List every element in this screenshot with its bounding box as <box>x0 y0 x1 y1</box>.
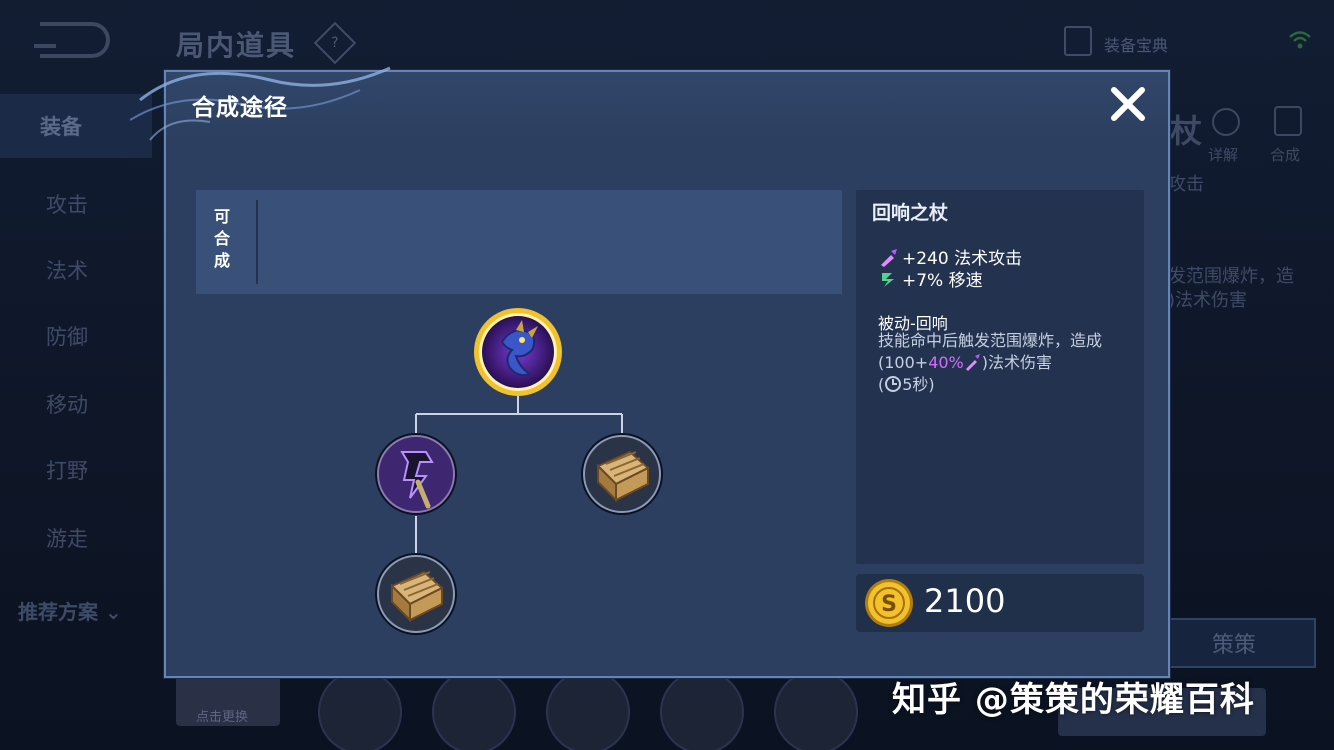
tree-item-book[interactable] <box>580 432 664 516</box>
background-desc-fragment-2: )法术伤害 <box>1168 290 1248 311</box>
back-arrow-icon[interactable] <box>34 22 110 58</box>
synthesis-path-modal: 合成途径 可合成 回响之杖 +240 法术攻击 +7% 移速 被动-回响 技能命… <box>130 66 1170 680</box>
change-hero-label[interactable]: 点击更换 <box>196 706 248 725</box>
background-desc-fragment-1: 发范围爆炸，造 <box>1168 266 1294 287</box>
sidebar-item-attack[interactable]: 攻击 <box>0 172 152 236</box>
sidebar-item-jungle[interactable]: 打野 <box>0 438 152 502</box>
passive-description: 技能命中后触发范围爆炸，造成(100+40%)法术伤害 (5秒) <box>878 330 1128 396</box>
sidebar-item-roam[interactable]: 游走 <box>0 506 152 570</box>
background-topbar: 局内道具 ? 装备宝典 <box>0 0 1334 80</box>
magic-attack-icon <box>881 248 897 267</box>
book-icon <box>375 553 457 635</box>
equipment-slot[interactable] <box>432 670 516 750</box>
close-button[interactable] <box>1104 80 1152 128</box>
stat-move-speed: +7% 移速 <box>878 266 983 291</box>
price-box: S 2100 <box>856 574 1144 632</box>
sidebar-item-equipment[interactable]: 装备 <box>0 94 152 158</box>
tree-item-purple-staff[interactable] <box>374 432 458 516</box>
item-name: 回响之杖 <box>872 202 949 224</box>
background-sidebar: 装备 攻击 法术 防御 移动 打野 游走 <box>0 86 152 666</box>
cooldown-icon <box>885 376 902 392</box>
echo-staff-icon <box>474 308 562 396</box>
item-price: 2100 <box>924 582 1006 620</box>
detail-label[interactable]: 详解 <box>1208 144 1238 165</box>
equipment-book-label[interactable]: 装备宝典 <box>1104 32 1168 56</box>
build-name-button[interactable]: 策策 <box>1152 618 1316 668</box>
combine-label[interactable]: 合成 <box>1270 144 1300 165</box>
sidebar-item-defense[interactable]: 防御 <box>0 304 152 368</box>
move-speed-icon <box>882 272 894 287</box>
background-item-name-fragment: 杖 <box>1170 112 1203 150</box>
equipment-book-icon[interactable] <box>1064 26 1092 56</box>
stat-move-speed-text: +7% 移速 <box>902 271 983 291</box>
play-detail-icon[interactable] <box>1212 108 1240 136</box>
cooldown-value: 5秒) <box>902 375 935 394</box>
tree-root-item-echo-staff[interactable] <box>472 306 564 398</box>
gold-coin-icon: S <box>865 579 913 627</box>
combine-icon[interactable] <box>1274 106 1302 136</box>
book-icon <box>581 433 663 515</box>
synthesis-tree <box>166 72 866 680</box>
background-screen-title: 局内道具 <box>176 29 297 62</box>
item-info-panel: 回响之杖 +240 法术攻击 +7% 移速 被动-回响 技能命中后触发范围爆炸，… <box>856 190 1144 564</box>
wifi-icon <box>1288 28 1312 52</box>
magic-attack-icon <box>965 354 980 371</box>
passive-desc-highlight: 40% <box>928 353 964 372</box>
equipment-slot[interactable] <box>318 670 402 750</box>
equipment-slot[interactable] <box>660 670 744 750</box>
passive-desc-part-2: )法术伤害 <box>981 353 1052 372</box>
watermark: 知乎 @策策的荣耀百科 <box>892 680 1255 720</box>
help-icon[interactable]: ? <box>313 21 357 65</box>
background-stat-fragment: 攻击 <box>1168 174 1204 195</box>
recommend-plan-dropdown[interactable]: 推荐方案 ⌄ <box>18 596 122 625</box>
equipment-slot[interactable] <box>546 670 630 750</box>
close-icon <box>1111 87 1145 121</box>
purple-staff-icon <box>375 433 457 515</box>
sidebar-item-magic[interactable]: 法术 <box>0 238 152 302</box>
tree-item-book[interactable] <box>374 552 458 636</box>
svg-text:S: S <box>881 592 897 617</box>
equipment-slot[interactable] <box>774 670 858 750</box>
sidebar-item-movement[interactable]: 移动 <box>0 372 152 436</box>
